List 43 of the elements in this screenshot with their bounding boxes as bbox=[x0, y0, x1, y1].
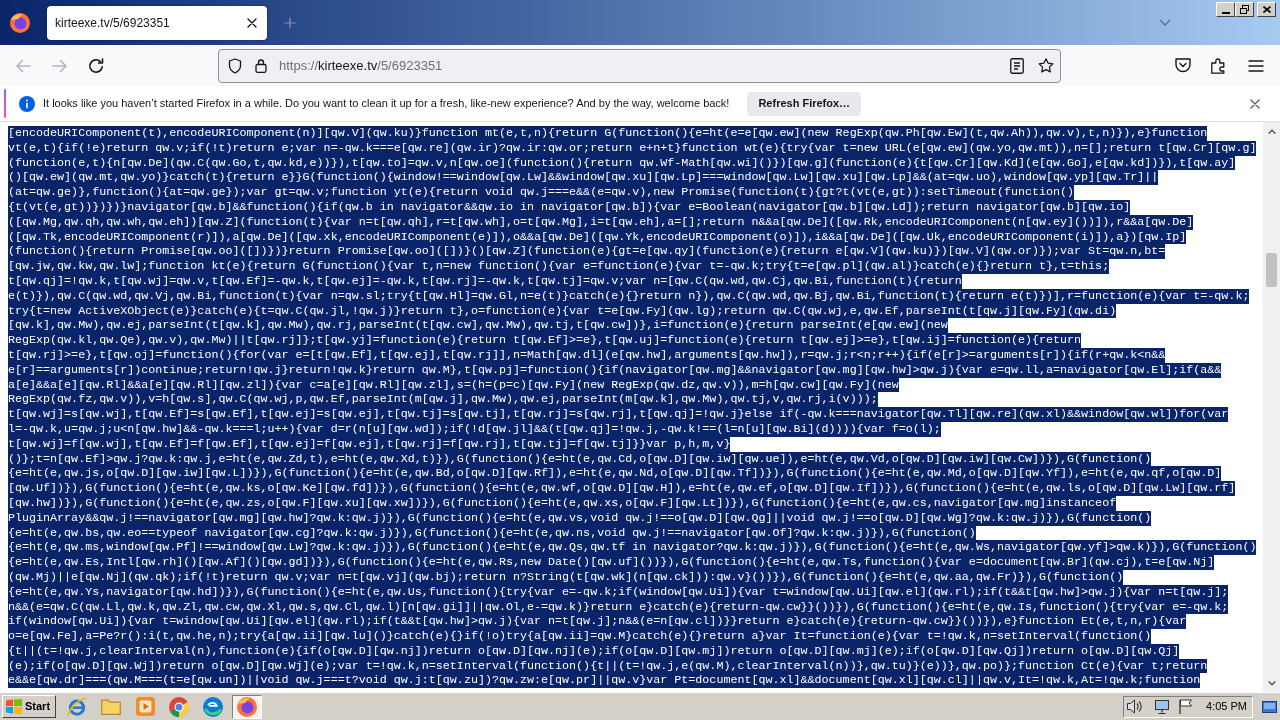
menu-icon[interactable] bbox=[1248, 59, 1264, 72]
folder-icon bbox=[101, 698, 122, 715]
close-icon[interactable] bbox=[247, 17, 257, 28]
screen-icon[interactable] bbox=[1262, 700, 1277, 713]
monitor-icon[interactable] bbox=[1155, 699, 1169, 714]
scrollbar-track[interactable] bbox=[1263, 122, 1280, 692]
chevron-down-icon[interactable] bbox=[1159, 19, 1171, 26]
reader-view-icon[interactable] bbox=[1010, 57, 1024, 74]
accent-stripe bbox=[4, 89, 6, 118]
play-tile-icon bbox=[135, 697, 155, 716]
e-globe-icon bbox=[67, 696, 88, 717]
fox-globe-icon[interactable] bbox=[10, 12, 30, 33]
minimize-button[interactable] bbox=[1216, 2, 1235, 17]
lock-icon[interactable] bbox=[255, 58, 267, 73]
sectored-circle-icon bbox=[169, 696, 190, 717]
pocket-icon[interactable] bbox=[1175, 58, 1191, 73]
refresh-button[interactable]: Refresh Firefox… bbox=[747, 91, 862, 116]
tab[interactable]: kirteexe.tv/5/6923351 bbox=[47, 5, 267, 40]
scroll-up-icon[interactable] bbox=[1267, 129, 1276, 134]
clock: 4:05 PM bbox=[1206, 699, 1247, 715]
four-pane-flag-icon bbox=[6, 699, 22, 714]
swirl-circle-icon bbox=[203, 696, 224, 717]
flag-icon[interactable] bbox=[1179, 699, 1193, 714]
fox-globe-icon bbox=[237, 696, 258, 717]
close-icon bbox=[1262, 6, 1271, 13]
puzzle-icon[interactable] bbox=[1211, 57, 1227, 74]
notification-message: It looks like you haven’t started Firefox in a while. Do you want to clean it up for a fresh, like-new experience? And by the way, welcome back! bbox=[43, 96, 730, 112]
reload-icon[interactable] bbox=[88, 57, 104, 74]
close-icon[interactable] bbox=[1250, 98, 1260, 109]
taskbar-button[interactable] bbox=[232, 694, 263, 719]
start-button[interactable]: Start bbox=[2, 695, 57, 718]
address-field[interactable]: https://kirteexe.tv/5/6923351 bbox=[218, 48, 1061, 83]
star-icon[interactable] bbox=[1038, 57, 1054, 74]
close-button[interactable] bbox=[1257, 2, 1276, 17]
url-text: https://kirteexe.tv/5/6923351 bbox=[279, 56, 443, 75]
speaker-icon[interactable] bbox=[1127, 699, 1142, 714]
info-icon bbox=[19, 95, 35, 112]
scrollbar-thumb[interactable] bbox=[1266, 253, 1277, 287]
scroll-down-icon[interactable] bbox=[1267, 681, 1276, 686]
restore-button[interactable] bbox=[1235, 2, 1254, 17]
minimize-icon bbox=[1221, 12, 1230, 14]
shield-icon[interactable] bbox=[228, 57, 242, 74]
restore-icon bbox=[1240, 5, 1249, 14]
